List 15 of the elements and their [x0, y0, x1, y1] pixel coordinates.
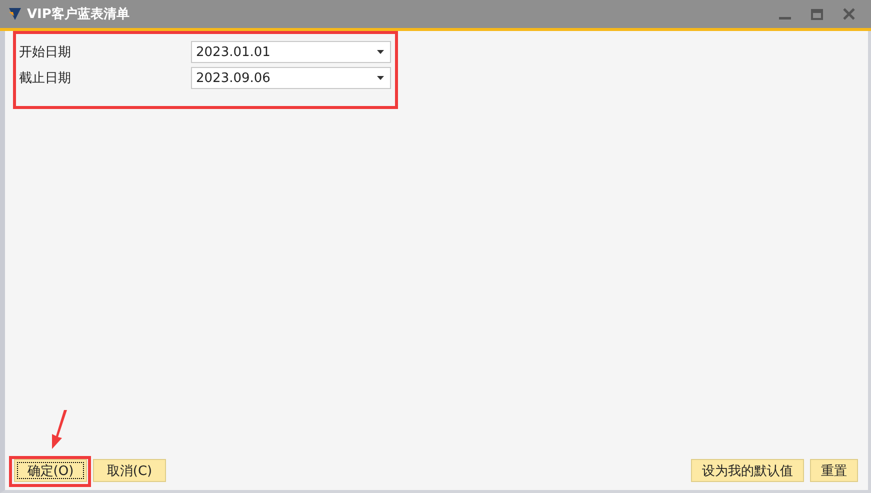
- date-dropdown[interactable]: 2023.01.01: [191, 41, 391, 63]
- close-icon[interactable]: [843, 8, 855, 20]
- set-default-button[interactable]: 设为我的默认值: [691, 459, 804, 482]
- date-dropdown[interactable]: 2023.09.06: [191, 67, 391, 89]
- field-label: 开始日期: [19, 44, 71, 61]
- window-title: VIP客户蓝表清单: [27, 6, 130, 23]
- app-logo-icon: [8, 7, 22, 21]
- dropdown-caret-icon[interactable]: [377, 76, 384, 80]
- cancel-button[interactable]: 取消(C): [93, 459, 166, 482]
- field-label: 截止日期: [19, 70, 71, 87]
- arrow-icon: [50, 410, 70, 450]
- ok-button[interactable]: 确定(O): [14, 459, 87, 482]
- maximize-icon[interactable]: [811, 8, 823, 20]
- dropdown-caret-icon[interactable]: [377, 50, 384, 54]
- reset-button[interactable]: 重置: [810, 459, 858, 482]
